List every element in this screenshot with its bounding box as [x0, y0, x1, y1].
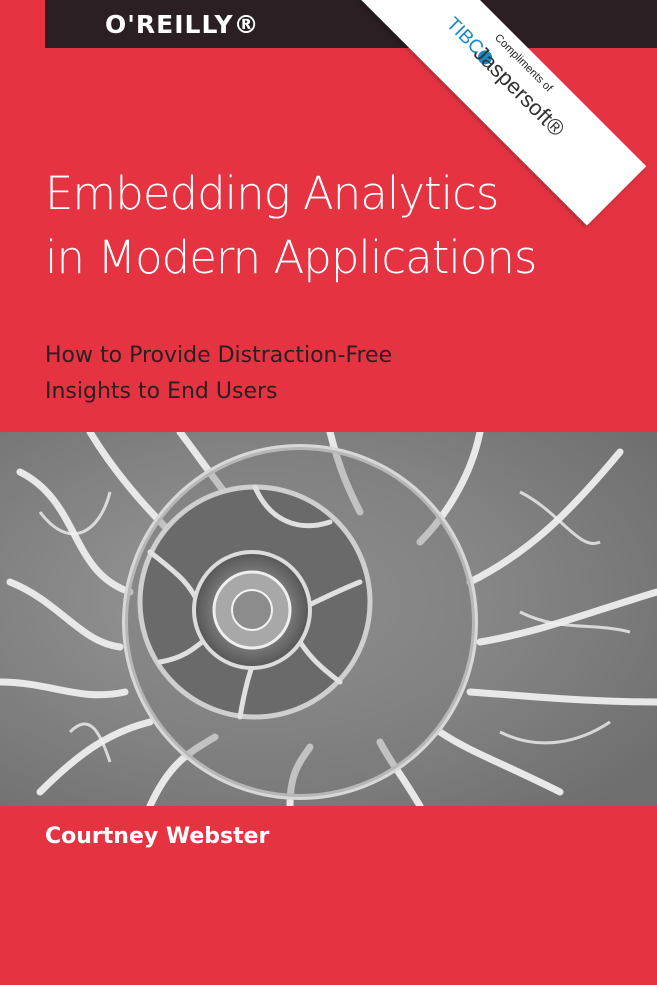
title-line-1: Embedding Analytics — [45, 167, 499, 220]
ammonite-fossil-image — [0, 432, 657, 806]
title-line-2: in Modern Applications — [45, 231, 537, 284]
subtitle-line-2: Insights to End Users — [45, 379, 278, 404]
ammonite-fossil-icon — [0, 432, 657, 806]
publisher-logo: O'REILLY® — [105, 10, 260, 39]
subtitle-line-1: How to Provide Distraction-Free — [45, 343, 393, 368]
publisher-bar: O'REILLY® — [45, 0, 657, 48]
book-subtitle: How to Provide Distraction-Free Insights… — [45, 338, 625, 410]
book-author: Courtney Webster — [45, 824, 270, 849]
book-cover: O'REILLY® Compliments of TIBC Jaspersoft… — [0, 0, 657, 985]
book-title: Embedding Analytics in Modern Applicatio… — [45, 162, 645, 290]
